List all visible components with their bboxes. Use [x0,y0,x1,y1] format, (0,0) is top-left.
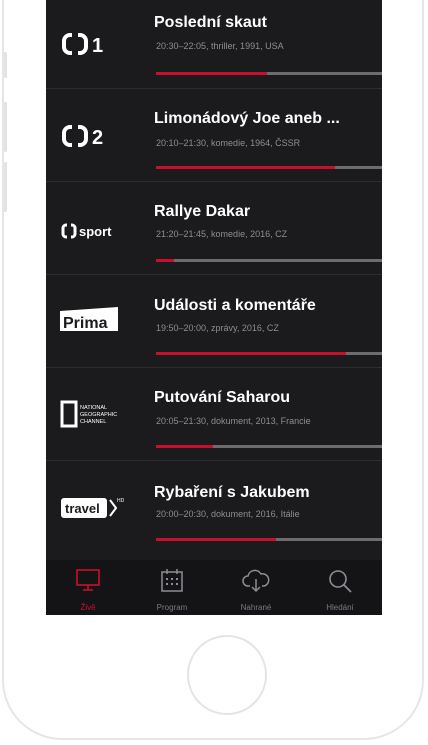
ct-sport-logo: sport [60,217,138,245]
svg-text:2: 2 [92,127,103,148]
channel-row[interactable]: NATIONAL GEOGRAPHIC CHANNEL Putování Sah… [46,368,382,461]
svg-text:NATIONAL: NATIONAL [80,405,107,411]
program-title: Poslední skaut [154,14,267,31]
ct1-logo: 1 [60,30,138,58]
app-screen: 1 Poslední skaut 20:30–22:05, thriller, … [46,0,382,615]
natgeo-logo: NATIONAL GEOGRAPHIC CHANNEL [60,400,138,428]
svg-text:travel: travel [65,501,100,516]
tab-program[interactable]: Program [130,560,214,615]
travel-logo: travel HD [60,494,138,522]
calendar-icon [161,569,183,592]
program-title: Události a komentáře [154,297,316,314]
svg-text:1: 1 [92,35,103,56]
program-meta: 21:20–21:45, komedie, 2016, CZ [156,229,288,239]
side-button [4,52,7,78]
channel-row[interactable]: 2 Limonádový Joe aneb ... 20:10–21:30, k… [46,89,382,182]
channel-row[interactable]: travel HD Rybaření s Jakubem 20:00–20:30… [46,461,382,554]
channel-row[interactable]: sport Rallye Dakar 21:20–21:45, komedie,… [46,182,382,275]
tab-label: Nahrané [240,603,272,612]
program-title: Rallye Dakar [154,203,251,220]
program-meta: 20:05–21:30, dokument, 2013, Francie [156,416,311,426]
progress-fill [156,445,213,448]
progress-fill [156,538,276,541]
svg-text:Prima: Prima [63,315,108,332]
progress-fill [156,166,335,169]
bottom-tab-bar: Živě Program Nahrané Hledání [46,560,382,615]
svg-text:CHANNEL: CHANNEL [80,419,106,425]
progress-fill [156,259,175,262]
tab-search[interactable]: Hledání [298,560,382,615]
side-button [4,102,7,152]
svg-text:sport: sport [79,224,112,239]
prima-logo: Prima [60,307,138,335]
svg-text:HD: HD [117,498,125,504]
program-title: Limonádový Joe aneb ... [154,110,340,127]
program-title: Putování Saharou [154,389,291,406]
home-button[interactable] [187,635,267,715]
progress-track [156,352,382,355]
progress-track [156,445,382,448]
program-title: Rybaření s Jakubem [154,484,310,501]
progress-fill [156,72,267,75]
tab-label: Hledání [326,603,354,612]
progress-track [156,166,382,169]
cloud-download-icon [242,569,270,593]
progress-track [156,72,382,75]
svg-text:GEOGRAPHIC: GEOGRAPHIC [80,412,117,418]
program-meta: 20:00–20:30, dokument, 2016, Itálie [156,509,300,519]
program-meta: 20:10–21:30, komedie, 1964, ČSSR [156,138,301,148]
tab-label: Živě [80,603,96,612]
tv-icon [76,569,100,591]
program-meta: 20:30–22:05, thriller, 1991, USA [156,41,284,51]
side-button [4,162,7,212]
progress-fill [156,352,346,355]
program-meta: 19:50–20:00, zprávy, 2016, CZ [156,323,279,333]
progress-track [156,259,382,262]
ct2-logo: 2 [60,122,138,150]
channel-row[interactable]: Prima Události a komentáře 19:50–20:00, … [46,275,382,368]
progress-track [156,538,382,541]
tab-live[interactable]: Živě [46,560,130,615]
tab-recorded[interactable]: Nahrané [214,560,298,615]
search-icon [329,570,352,593]
tab-label: Program [156,603,188,612]
channel-row[interactable]: 1 Poslední skaut 20:30–22:05, thriller, … [46,0,382,89]
